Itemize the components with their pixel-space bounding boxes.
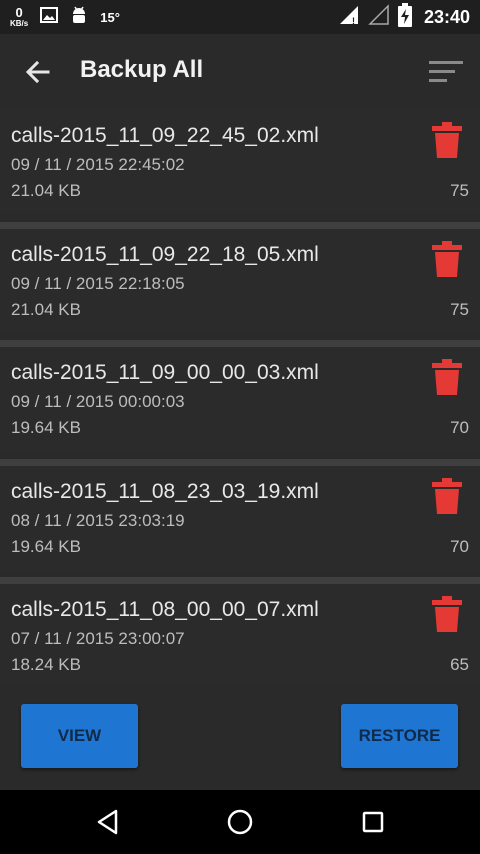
status-bar: 0 KB/s 15° ! 23:40 xyxy=(0,0,480,34)
image-notification-icon xyxy=(40,6,59,28)
backup-call-count: 65 xyxy=(450,655,469,675)
backup-list-item[interactable]: calls-2015_11_09_22_18_05.xml 09 / 11 / 2… xyxy=(0,228,480,333)
list-divider xyxy=(0,340,480,348)
delete-trash-icon[interactable] xyxy=(431,477,463,514)
navigation-bar xyxy=(0,790,480,854)
network-speed-value: 0 xyxy=(15,4,23,20)
backup-size: 19.64 KB xyxy=(11,536,81,556)
backup-size: 19.64 KB xyxy=(11,418,81,438)
backup-size: 18.24 KB xyxy=(11,655,81,675)
delete-trash-icon[interactable] xyxy=(431,122,463,158)
backup-call-count: 75 xyxy=(450,181,469,200)
list-divider xyxy=(0,221,480,229)
backup-call-count: 70 xyxy=(450,418,469,438)
backup-size: 21.04 KB xyxy=(11,181,81,200)
backup-list-item[interactable]: calls-2015_11_09_22_45_02.xml 09 / 11 / 2… xyxy=(0,110,480,214)
back-triangle-icon[interactable] xyxy=(92,806,124,838)
backup-filename: calls-2015_11_09_22_18_05.xml xyxy=(11,242,319,266)
network-speed-unit: KB/s xyxy=(10,18,29,28)
delete-trash-icon[interactable] xyxy=(431,596,463,633)
delete-trash-icon[interactable] xyxy=(431,240,463,277)
back-arrow-icon[interactable] xyxy=(22,56,54,88)
view-button[interactable]: VIEW xyxy=(21,704,138,768)
backup-list-item[interactable]: calls-2015_11_08_23_03_19.xml 08 / 11 / 2… xyxy=(0,465,480,570)
backup-date: 09 / 11 / 2015 22:18:05 xyxy=(11,273,185,293)
temperature-text: 15° xyxy=(100,9,120,25)
backup-filename: calls-2015_11_08_23_03_19.xml xyxy=(11,479,319,503)
backup-filename: calls-2015_11_09_00_00_03.xml xyxy=(11,361,319,385)
backup-date: 08 / 11 / 2015 23:03:19 xyxy=(11,510,185,530)
backup-date: 07 / 11 / 2015 23:00:07 xyxy=(11,629,185,649)
svg-text:!: ! xyxy=(352,16,355,26)
backup-list-item[interactable]: calls-2015_11_09_00_00_03.xml 09 / 11 / 2… xyxy=(0,347,480,452)
signal-strength-icon: ! xyxy=(338,4,360,31)
backup-filename: calls-2015_11_08_00_00_07.xml xyxy=(11,598,319,622)
android-notification-icon xyxy=(70,5,88,30)
recents-square-icon[interactable] xyxy=(357,806,389,838)
backup-call-count: 70 xyxy=(450,536,469,556)
backup-list[interactable]: calls-2015_11_09_22_45_02.xml 09 / 11 / 2… xyxy=(0,110,480,682)
backup-call-count: 75 xyxy=(450,299,469,319)
list-divider xyxy=(0,458,480,466)
list-divider xyxy=(0,577,480,585)
backup-date: 09 / 11 / 2015 00:00:03 xyxy=(11,392,185,412)
delete-trash-icon[interactable] xyxy=(431,359,463,396)
home-circle-icon[interactable] xyxy=(224,806,256,838)
sort-icon[interactable] xyxy=(426,54,466,90)
restore-button[interactable]: RESTORE xyxy=(341,704,458,768)
clock: 23:40 xyxy=(423,6,470,27)
page-title: Backup All xyxy=(80,56,204,83)
backup-list-item[interactable]: calls-2015_11_08_00_00_07.xml 07 / 11 / 2… xyxy=(0,584,480,682)
backup-size: 21.04 KB xyxy=(11,299,81,319)
app-bar: Backup All xyxy=(0,34,480,110)
backup-date: 09 / 11 / 2015 22:45:02 xyxy=(11,155,185,174)
network-speed-indicator: 0 KB/s xyxy=(10,4,29,28)
backup-filename: calls-2015_11_09_22_45_02.xml xyxy=(11,124,319,147)
battery-charging-icon xyxy=(397,2,412,32)
signal-empty-icon xyxy=(368,3,390,31)
